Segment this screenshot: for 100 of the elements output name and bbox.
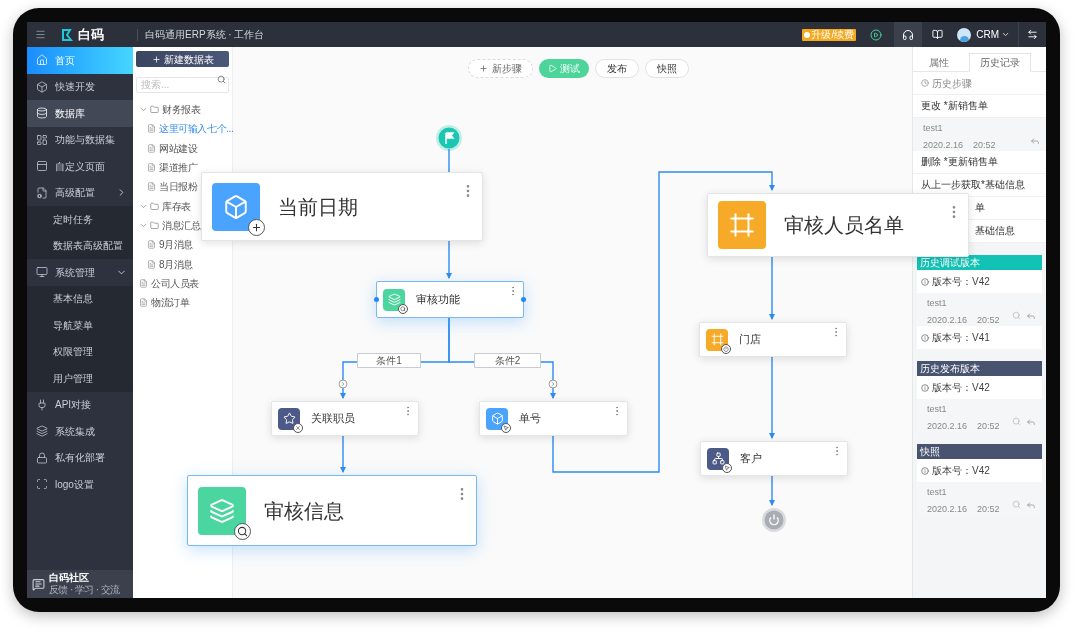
layers-icon	[209, 497, 235, 524]
tree-item[interactable]: 财务报表	[139, 100, 201, 120]
version-number: 版本号：V42	[932, 275, 990, 289]
window-title: 白码通用ERP系统 · 工作台	[145, 28, 265, 42]
history-user: test1	[927, 297, 948, 310]
search-icon[interactable]	[217, 74, 226, 84]
plus-icon	[479, 64, 488, 73]
undo-icon[interactable]	[1030, 136, 1040, 146]
logo-icon	[61, 28, 74, 41]
condition-label[interactable]: 条件2	[474, 353, 541, 368]
search-icon[interactable]	[1012, 500, 1021, 509]
sidebar-item[interactable]: 基本信息	[27, 285, 133, 312]
flow-node[interactable]: 客户	[700, 441, 848, 476]
node-label: 门店	[739, 332, 761, 348]
sidebar-item[interactable]: logo设置	[27, 471, 133, 498]
info-icon	[921, 333, 929, 342]
pointer-badge-icon	[722, 462, 732, 473]
tree-item[interactable]: 网站建设	[147, 138, 198, 158]
connector-line	[448, 148, 450, 173]
tree-item[interactable]: 消息汇总	[139, 215, 201, 236]
end-power-icon[interactable]	[762, 508, 786, 532]
history-time: 20:52	[977, 419, 1000, 433]
sidebar-item[interactable]: 用户管理	[27, 365, 133, 392]
search-badge-icon	[234, 522, 251, 540]
info-icon	[921, 466, 929, 475]
sidebar-item[interactable]: 权限管理	[27, 338, 133, 365]
node-label: 单号	[519, 411, 541, 427]
search-badge-icon	[398, 303, 408, 314]
sidebar-item[interactable]: 数据表高级配置	[27, 232, 133, 259]
user-name[interactable]: CRM	[976, 27, 999, 42]
sidebar-item[interactable]: API对接	[27, 391, 133, 418]
sidebar-item[interactable]: 功能与数据集	[27, 126, 133, 153]
new-step-button[interactable]: 新步骤	[468, 59, 533, 78]
sidebar-item[interactable]: 快速开发	[27, 73, 133, 100]
folder-icon	[150, 105, 159, 115]
file-icon	[147, 259, 156, 269]
new-table-button[interactable]: 新建数据表	[136, 51, 229, 67]
history-step[interactable]: 更改 *新销售单	[921, 100, 988, 112]
history-step[interactable]: 单	[975, 202, 985, 214]
book-icon[interactable]	[932, 29, 944, 40]
tree-item[interactable]: 物流订单	[139, 292, 190, 313]
support-button[interactable]	[894, 22, 923, 47]
version-number: 版本号：V42	[932, 464, 990, 478]
play-icon[interactable]	[870, 28, 883, 41]
toolbar-button[interactable]: 发布	[595, 59, 639, 78]
search-field[interactable]: 搜索...	[136, 76, 229, 93]
avatar[interactable]	[957, 27, 972, 42]
switch-icon[interactable]	[1027, 29, 1038, 40]
history-step[interactable]: 基础信息	[975, 225, 1015, 237]
flow-node[interactable]: 审核人员名单	[707, 193, 969, 257]
sidebar-item[interactable]: 定时任务	[27, 206, 133, 233]
sidebar-item[interactable]: 系统集成	[27, 418, 133, 445]
connector-line	[769, 475, 775, 506]
sidebar-item[interactable]: 自定义页面	[27, 153, 133, 180]
history-time: 20:52	[977, 313, 1000, 327]
layers-icon	[36, 425, 48, 438]
history-step[interactable]: 从上一步获取*基础信息	[921, 179, 1025, 191]
community-link[interactable]: 白码社区 反馈 · 学习 · 交流	[27, 570, 133, 598]
flow-node[interactable]: 当前日期	[201, 172, 483, 241]
sidebar-item[interactable]: 私有化部署	[27, 444, 133, 471]
flow-node[interactable]: 审核功能	[376, 281, 524, 318]
folder-icon	[150, 220, 159, 230]
plug-icon	[36, 398, 48, 411]
file-icon	[147, 240, 156, 250]
tree-item[interactable]: 8月消息	[147, 254, 193, 274]
flow-node[interactable]: 门店	[699, 322, 847, 357]
undo-icon[interactable]	[1026, 417, 1036, 427]
tree-item[interactable]: 公司人员表	[139, 273, 199, 293]
search-icon[interactable]	[1012, 417, 1021, 426]
tree-item[interactable]: 库存表	[139, 196, 191, 216]
tree-item[interactable]: 当日报粉	[147, 177, 198, 197]
file-icon	[147, 182, 156, 192]
tree-item[interactable]: 这里可输入七个...	[147, 119, 234, 139]
tree-item[interactable]: 9月消息	[147, 235, 193, 255]
condition-label[interactable]: 条件1	[357, 353, 421, 368]
plus-badge-icon	[248, 218, 265, 236]
node-label: 审核人员名单	[784, 213, 904, 238]
caret-icon	[1001, 30, 1010, 39]
sidebar-item[interactable]: 数据库	[27, 100, 133, 127]
version-number: 版本号：V41	[932, 331, 990, 345]
undo-icon[interactable]	[1026, 500, 1036, 510]
toolbar-button[interactable]: 快照	[645, 59, 689, 78]
flow-node[interactable]: 审核信息	[187, 475, 477, 546]
panel-tab[interactable]: 属性	[919, 53, 959, 72]
menu-icon[interactable]	[35, 29, 46, 40]
history-step[interactable]: 删除 *更新销售单	[921, 156, 998, 168]
lock-icon	[36, 451, 48, 464]
history-user: test1	[923, 122, 944, 135]
undo-icon[interactable]	[1026, 311, 1036, 321]
branch-point-icon	[548, 379, 558, 389]
flow-node[interactable]: 关联职员	[271, 401, 419, 436]
start-flag-icon[interactable]	[436, 125, 462, 151]
tree-item[interactable]: 渠道推广	[147, 157, 198, 178]
headset-icon	[902, 28, 915, 41]
search-icon[interactable]	[1012, 311, 1021, 320]
panel-tab[interactable]: 历史记录	[969, 53, 1031, 72]
flow-node[interactable]: 单号	[479, 401, 628, 436]
sidebar-item[interactable]: 导航菜单	[27, 312, 133, 339]
sidebar-item[interactable]: 系统管理	[27, 259, 133, 286]
sidebar-item[interactable]: 高级配置	[27, 179, 133, 206]
